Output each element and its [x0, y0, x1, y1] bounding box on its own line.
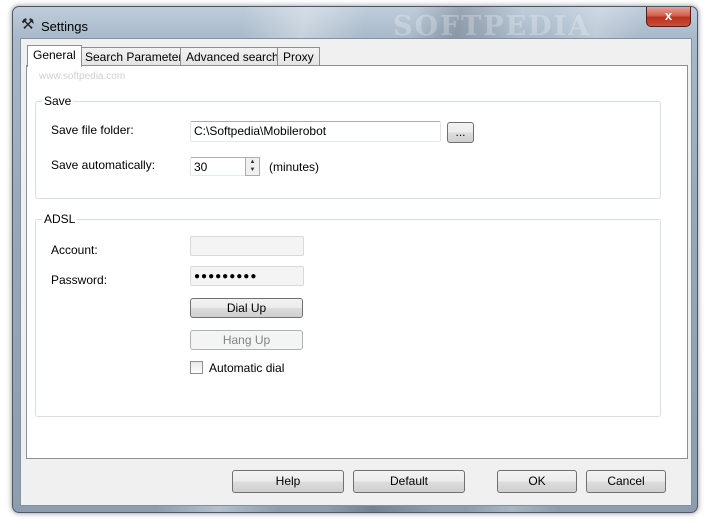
title-bar[interactable]: ⚒ Settings SOFTPEDIA x	[13, 7, 697, 42]
window-title: Settings	[41, 19, 88, 34]
save-interval-spinner[interactable]: ▲ ▼	[245, 157, 260, 176]
dial-up-button[interactable]: Dial Up	[190, 298, 303, 318]
browse-folder-button[interactable]: ...	[447, 122, 474, 143]
close-button[interactable]: x	[646, 7, 691, 27]
save-automatically-label: Save automatically:	[51, 158, 156, 172]
automatic-dial-checkbox[interactable]	[190, 361, 203, 374]
help-button[interactable]: Help	[232, 470, 344, 493]
spin-up-icon[interactable]: ▲	[246, 158, 259, 166]
minutes-unit-label: (minutes)	[269, 160, 320, 174]
password-input[interactable]: ●●●●●●●●●	[190, 266, 304, 286]
tab-proxy[interactable]: Proxy	[277, 47, 320, 66]
save-folder-label: Save file folder:	[51, 123, 134, 137]
tab-general[interactable]: General	[27, 45, 82, 67]
tab-advanced-search[interactable]: Advanced search	[180, 47, 285, 66]
default-button[interactable]: Default	[353, 470, 465, 493]
watermark-url: www.softpedia.com	[39, 71, 126, 82]
cancel-button[interactable]: Cancel	[586, 470, 666, 493]
automatic-dial-label[interactable]: Automatic dial	[209, 361, 284, 375]
password-label: Password:	[51, 273, 108, 287]
dialog-body: General Search Parameters Advanced searc…	[20, 38, 692, 506]
hang-up-button[interactable]: Hang Up	[190, 330, 303, 350]
account-input[interactable]	[190, 236, 304, 256]
spin-down-icon[interactable]: ▼	[246, 166, 259, 174]
save-groupbox: Save Save file folder: C:\Softpedia\Mobi…	[35, 94, 661, 199]
settings-window: ⚒ Settings SOFTPEDIA x General Search Pa…	[12, 6, 698, 513]
save-group-title: Save	[42, 94, 74, 108]
adsl-groupbox: ADSL Account: Password: ●●●●●●●●● Dial U…	[35, 212, 661, 417]
tools-icon: ⚒	[21, 16, 35, 33]
dialog-footer: Help Default OK Cancel	[21, 459, 691, 505]
ok-button[interactable]: OK	[497, 470, 577, 493]
account-label: Account:	[51, 243, 98, 257]
close-icon: x	[664, 8, 673, 23]
general-tab-panel: www.softpedia.com Save Save file folder:…	[26, 65, 688, 459]
save-interval-input[interactable]: 30	[190, 157, 246, 176]
adsl-group-title: ADSL	[42, 212, 78, 226]
tab-search-parameters[interactable]: Search Parameters	[79, 47, 195, 66]
save-folder-input[interactable]: C:\Softpedia\Mobilerobot	[190, 121, 441, 142]
